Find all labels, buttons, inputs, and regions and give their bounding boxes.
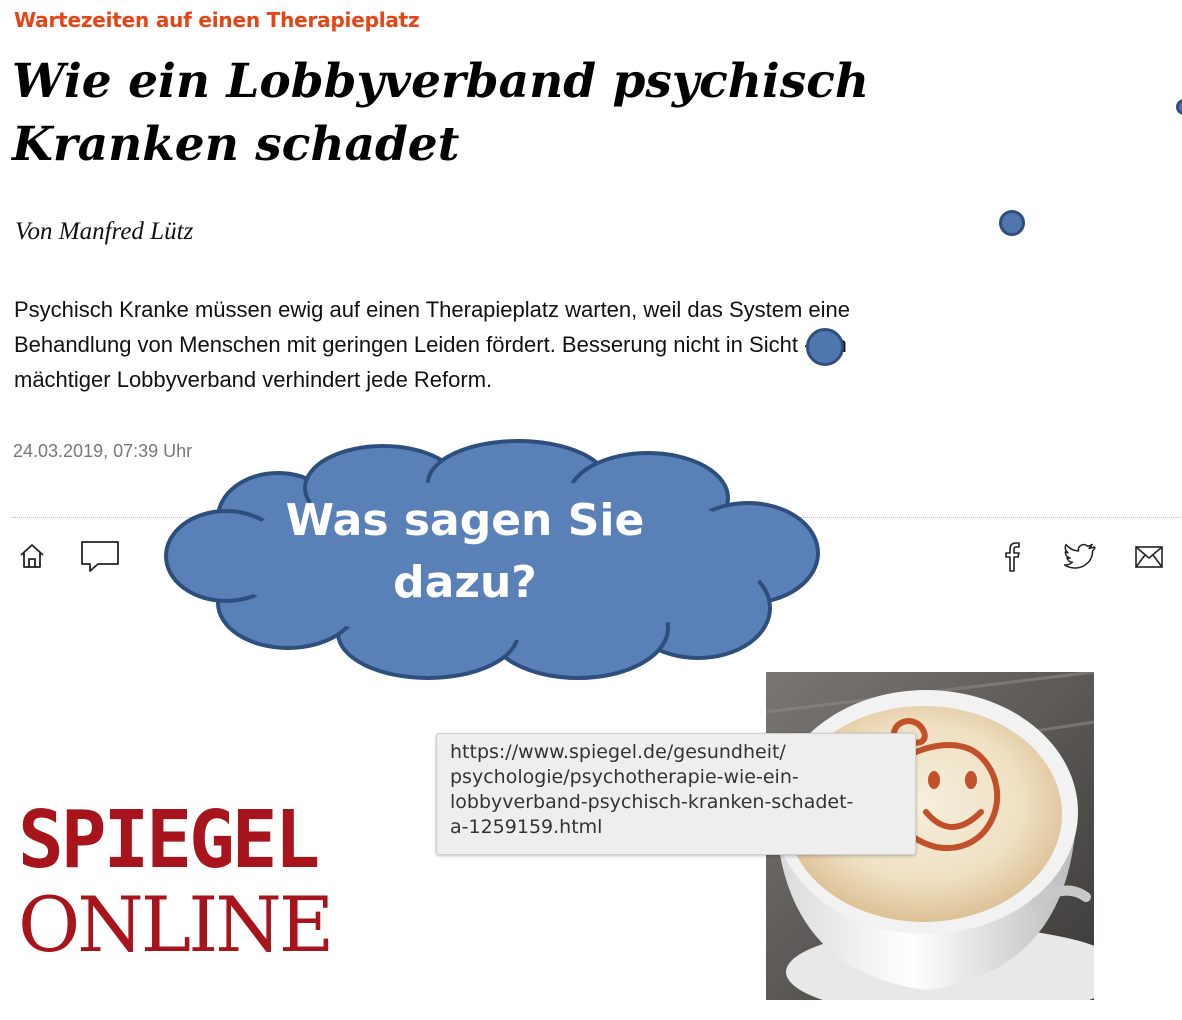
callout-text: Was sagen Sie dazu? bbox=[285, 495, 645, 608]
marker-dot bbox=[999, 210, 1025, 236]
spiegel-logo-line2: ONLINE bbox=[18, 880, 334, 969]
facebook-icon[interactable] bbox=[1000, 538, 1026, 574]
comment-icon[interactable] bbox=[80, 540, 120, 574]
marker-dot bbox=[806, 328, 844, 366]
article-teaser: Psychisch Kranke müssen ewig auf einen T… bbox=[14, 297, 851, 392]
article-kicker[interactable]: Wartezeiten auf einen Therapieplatz bbox=[14, 8, 420, 32]
url-tooltip: https://www.spiegel.de/gesundheit/ psych… bbox=[436, 733, 916, 855]
article-headline: Wie ein Lobbyverband psychisch Kranken s… bbox=[12, 54, 870, 172]
home-icon[interactable] bbox=[18, 542, 46, 570]
twitter-icon[interactable] bbox=[1064, 543, 1096, 571]
article-author: Von Manfred Lütz bbox=[15, 218, 194, 245]
spiegel-logo-line1: SPIEGEL bbox=[18, 792, 320, 887]
marker-dot bbox=[1176, 99, 1182, 115]
mail-icon[interactable] bbox=[1134, 545, 1164, 569]
